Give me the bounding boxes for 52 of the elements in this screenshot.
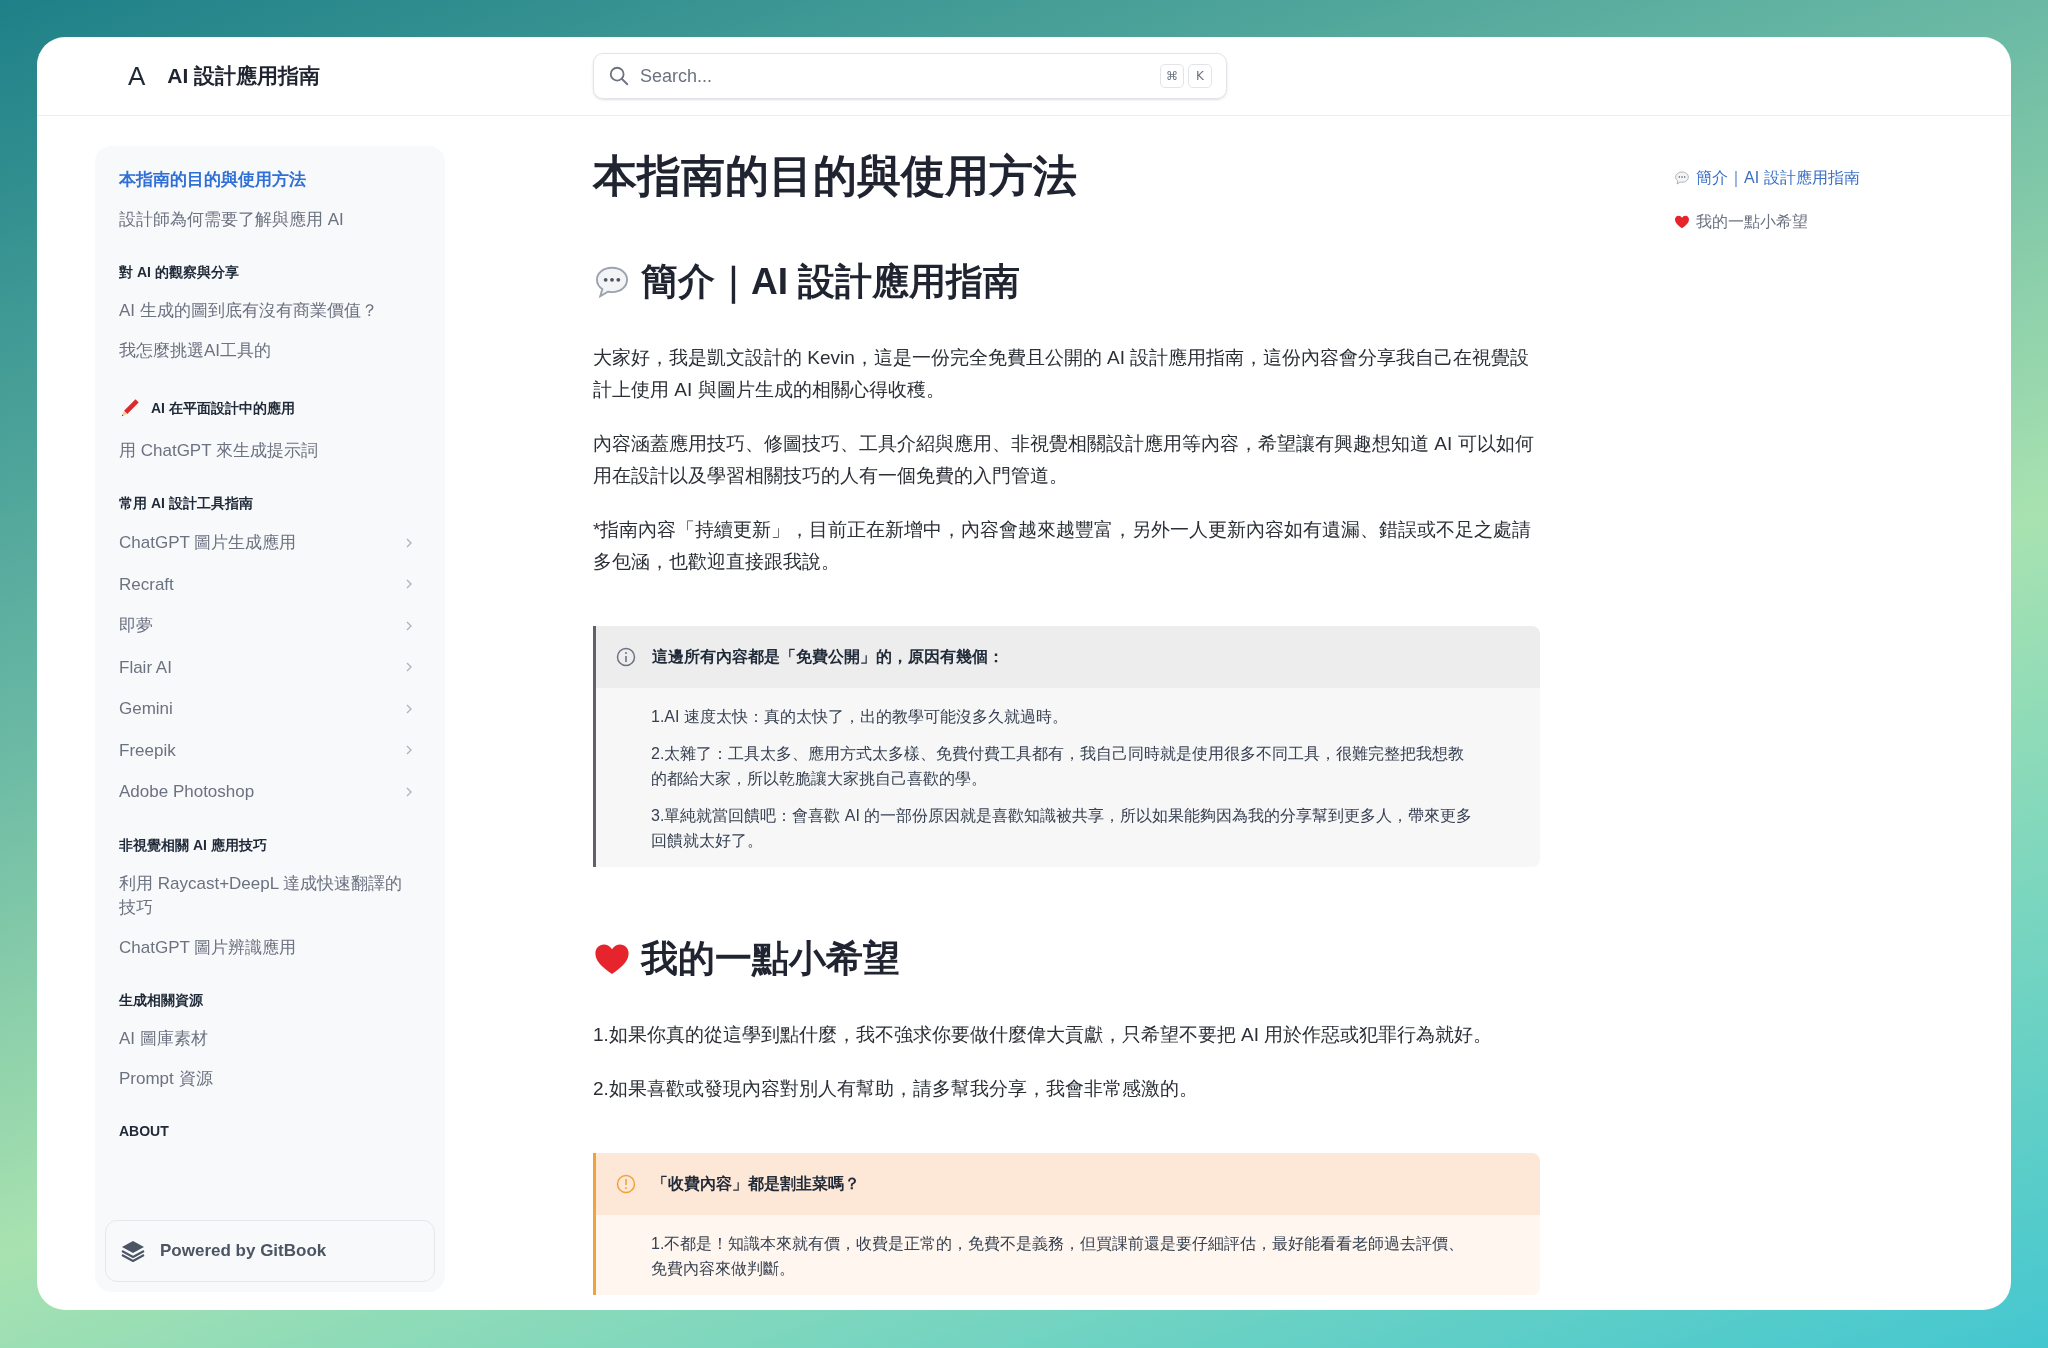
powered-by-button[interactable]: Powered by GitBook — [105, 1220, 435, 1282]
callout-text: 2.太雜了：工具太多、應用方式太多樣、免費付費工具都有，我自己同時就是使用很多不同工具，很難完整把我想教的都給大家，所以乾脆讓大家挑自己喜歡的學。 — [651, 744, 1466, 789]
nav-item[interactable]: Adobe Photoshop — [119, 771, 415, 813]
page-title: 本指南的目的與使用方法 — [593, 150, 1078, 202]
section-heading: 生成相關資源 — [119, 990, 203, 1010]
callout-text: 1.不都是！知識本來就有價，收費是正常的，免費不是義務，但買課前還是要仔細評估，最好能看看老師過去評價、免費內容來做判斷。 — [651, 1234, 1466, 1279]
nav-item[interactable]: 利用 Raycast+DeepL 達成快速翻譯的技巧 — [119, 863, 415, 928]
nav-item[interactable]: ChatGPT 圖片辨識應用 — [119, 927, 415, 968]
book-stack-icon — [120, 1239, 146, 1263]
shortcut-key: ⌘ — [1160, 64, 1184, 88]
warning-icon — [616, 1174, 636, 1194]
section-heading: 對 AI 的觀察與分享 — [119, 263, 239, 282]
info-icon — [616, 647, 636, 667]
toc-link[interactable]: 簡介｜AI 設計應用指南 — [1696, 166, 1860, 190]
shortcut-key: K — [1188, 64, 1212, 88]
section-heading: 非視覺相關 AI 應用技巧 — [119, 835, 267, 855]
section-heading: 常用 AI 設計工具指南 — [119, 494, 253, 513]
nav-item[interactable]: ChatGPT 圖片生成應用 — [119, 522, 415, 564]
section-title: 我的一點小希望 — [641, 937, 900, 981]
nav-item[interactable]: 用 ChatGPT 來生成提示詞 — [119, 431, 415, 471]
body-paragraph: *指南內容「持續更新」，目前正在新增中，內容會越來越豐富，另外一人更新內容如有遺漏、錯誤或不足之處請多包涵，也歡迎直接跟我說。 — [593, 518, 1533, 574]
search-field[interactable]: Search... ⌘ K — [593, 53, 1227, 99]
section-heading: AI 在平面設計中的應用 — [151, 398, 295, 418]
section-title: 簡介｜AI 設計應用指南 — [641, 260, 1021, 306]
callout-text: 1.AI 速度太快：真的太快了，出的教學可能沒多久就過時。 — [651, 707, 1069, 727]
pencil-icon — [119, 397, 141, 419]
nav-item[interactable]: Recraft — [119, 563, 415, 605]
nav-item[interactable]: AI 生成的圖到底有沒有商業價值？ — [119, 291, 415, 331]
search-input[interactable]: Search... — [640, 62, 1150, 90]
nav-item[interactable]: Freepik — [119, 729, 415, 771]
callout-title: 「收費內容」都是割韭菜嗎？ — [652, 1174, 860, 1194]
callout-text: 3.單純就當回饋吧：會喜歡 AI 的一部份原因就是喜歡知識被共享，所以如果能夠因為我的分享幫到更多人，帶來更多回饋就太好了。 — [651, 806, 1474, 851]
search-icon — [608, 65, 630, 87]
site-logo[interactable]: A — [128, 56, 146, 96]
speech-bubble-icon — [1674, 170, 1690, 186]
heart-icon — [1674, 214, 1690, 230]
body-paragraph: 2.如果喜歡或發現內容對別人有幫助，請多幫我分享，我會非常感激的。 — [593, 1077, 1199, 1101]
nav-item[interactable]: 我怎麼挑選AI工具的 — [119, 331, 415, 371]
callout-title: 這邊所有內容都是「免費公開」的，原因有幾個： — [652, 647, 1004, 667]
body-paragraph: 大家好，我是凱文設計的 Kevin，這是一份完全免費且公開的 AI 設計應用指南，這份內容會分享我自己在視覺設計上使用 AI 與圖片生成的相關心得收穫。 — [593, 346, 1531, 402]
toc-link[interactable]: 我的一點小希望 — [1696, 210, 1808, 234]
site-title[interactable]: AI 設計應用指南 — [167, 60, 321, 92]
nav-item[interactable]: Gemini — [119, 688, 415, 730]
nav-item[interactable]: 設計師為何需要了解與應用 AI — [119, 200, 415, 240]
body-paragraph: 內容涵蓋應用技巧、修圖技巧、工具介紹與應用、非視覺相關設計應用等內容，希望讓有興趣想知道 AI 可以如何用在設計以及學習相關技巧的人有一個免費的入門管道。 — [593, 432, 1535, 488]
nav-item[interactable]: 即夢 — [119, 605, 415, 647]
nav-item[interactable]: Flair AI — [119, 646, 415, 688]
body-paragraph: 1.如果你真的從這學到點什麼，我不強求你要做什麼偉大貢獻，只希望不要把 AI 用於作惡或犯罪行為就好。 — [593, 1023, 1494, 1047]
nav-item[interactable]: AI 圖庫素材 — [119, 1018, 415, 1059]
section-heading: ABOUT — [119, 1121, 169, 1141]
nav-item[interactable]: 本指南的目的與使用方法 — [119, 160, 415, 200]
nav-item[interactable]: Prompt 資源 — [119, 1058, 415, 1099]
